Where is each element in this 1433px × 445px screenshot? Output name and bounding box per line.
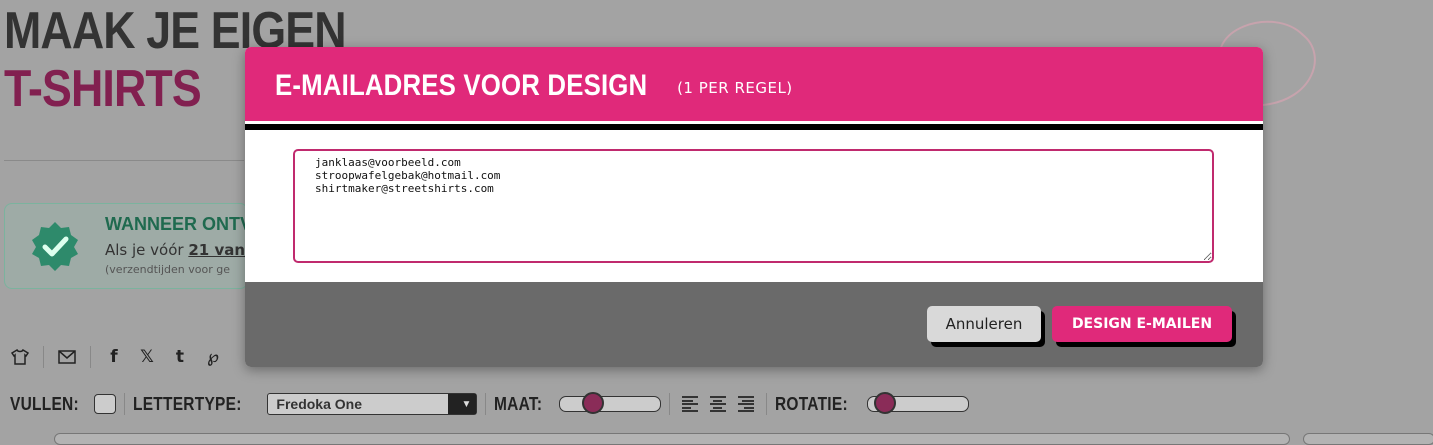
align-left-icon[interactable] bbox=[681, 396, 698, 412]
alignment-buttons bbox=[681, 396, 754, 412]
delivery-subtext: (verzendtijden voor ge bbox=[105, 263, 230, 276]
modal-title: E-MAILADRES VOOR DESIGN (1 PER REGEL) bbox=[275, 69, 793, 103]
font-label: LETTERTYPE: bbox=[133, 393, 242, 414]
side-panel-edge bbox=[1303, 433, 1433, 445]
modal-body: janklaas@voorbeeld.com stroopwafelgebak@… bbox=[245, 130, 1263, 282]
delivery-text: Als je vóór 21 van bbox=[105, 241, 245, 259]
design-canvas-edge bbox=[54, 433, 1290, 445]
pinterest-icon[interactable]: ℘ bbox=[203, 347, 223, 367]
email-design-modal: E-MAILADRES VOOR DESIGN (1 PER REGEL) ja… bbox=[245, 47, 1263, 367]
modal-header: E-MAILADRES VOOR DESIGN (1 PER REGEL) bbox=[245, 47, 1263, 121]
modal-title-hint: (1 PER REGEL) bbox=[677, 79, 793, 97]
delivery-text-prefix: Als je vóór bbox=[105, 241, 189, 259]
icon-separator bbox=[43, 346, 44, 368]
font-select-value: Fredoka One bbox=[276, 396, 363, 412]
text-toolbar: VULLEN: LETTERTYPE: Fredoka One ▼ MAAT: … bbox=[10, 390, 970, 418]
verified-badge-icon bbox=[32, 222, 78, 271]
align-right-icon[interactable] bbox=[737, 396, 754, 412]
tshirt-icon[interactable] bbox=[10, 347, 30, 367]
toolbar-separator bbox=[668, 393, 670, 415]
mail-icon[interactable] bbox=[57, 347, 77, 367]
product-icons-row: f 𝕏 t ℘ bbox=[10, 346, 223, 368]
toolbar-separator bbox=[765, 393, 767, 415]
chevron-down-icon[interactable]: ▼ bbox=[448, 394, 477, 414]
delivery-info-box: WANNEER ONTVA Als je vóór 21 van (verzen… bbox=[4, 203, 264, 289]
fill-checkbox[interactable] bbox=[94, 394, 117, 414]
toolbar-separator bbox=[124, 393, 126, 415]
rotation-slider[interactable] bbox=[867, 392, 970, 414]
email-addresses-textarea[interactable]: janklaas@voorbeeld.com stroopwafelgebak@… bbox=[293, 149, 1214, 263]
delivery-heading: WANNEER ONTVA bbox=[105, 214, 264, 234]
facebook-icon[interactable]: f bbox=[104, 347, 124, 367]
modal-title-text: E-MAILADRES VOOR DESIGN bbox=[275, 69, 648, 102]
font-select[interactable]: Fredoka One ▼ bbox=[267, 393, 478, 415]
size-label: MAAT: bbox=[494, 393, 543, 414]
size-slider-handle[interactable] bbox=[581, 392, 604, 414]
hero-divider bbox=[4, 160, 244, 161]
tumblr-icon[interactable]: t bbox=[170, 347, 190, 367]
fill-label: VULLEN: bbox=[10, 393, 79, 414]
align-center-icon[interactable] bbox=[709, 396, 726, 412]
size-slider[interactable] bbox=[558, 392, 661, 414]
cancel-button[interactable]: Annuleren bbox=[927, 306, 1041, 342]
x-twitter-icon[interactable]: 𝕏 bbox=[137, 347, 157, 367]
delivery-date-link[interactable]: 21 van bbox=[188, 241, 245, 259]
rotation-slider-handle[interactable] bbox=[874, 392, 897, 414]
modal-footer: Annuleren DESIGN E-MAILEN bbox=[245, 282, 1263, 367]
rotation-label: ROTATIE: bbox=[774, 393, 848, 414]
toolbar-separator bbox=[485, 393, 487, 415]
email-design-button[interactable]: DESIGN E-MAILEN bbox=[1052, 306, 1232, 342]
icon-separator bbox=[90, 346, 91, 368]
